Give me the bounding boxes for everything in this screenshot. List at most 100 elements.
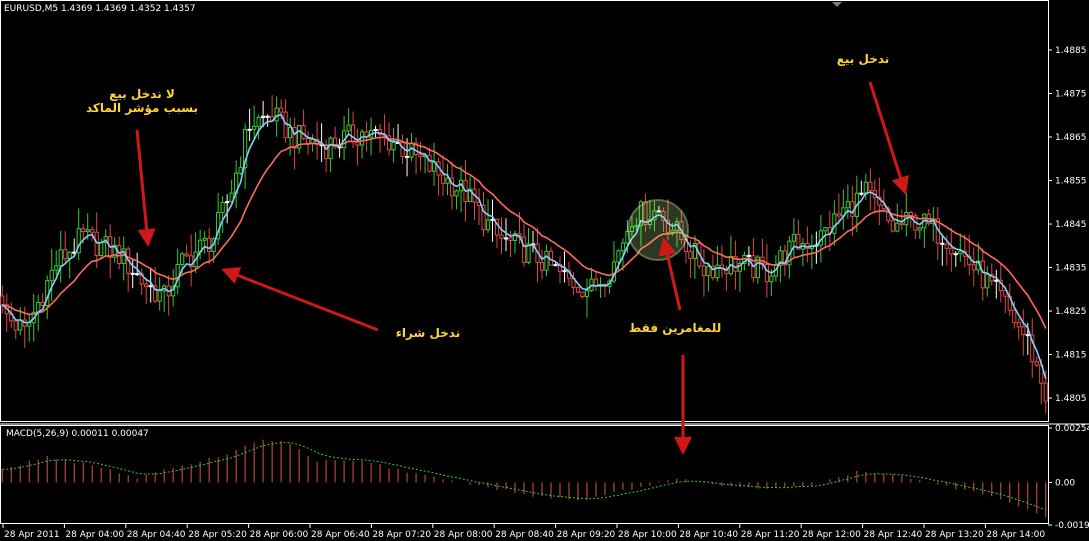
candle-body — [1016, 322, 1021, 328]
price-chart-svg[interactable]: 1.4885 1.4875 1.4865 1.4855 1.4845 1.4835 1.48… — [0, 0, 1089, 541]
candle-body — [99, 241, 104, 257]
candle-body — [225, 201, 230, 204]
candle-body — [157, 290, 162, 302]
candle-body — [1034, 361, 1039, 366]
candle-body — [1012, 309, 1017, 324]
candle-body — [553, 264, 558, 267]
candle-body — [521, 236, 527, 263]
time-x-tick-label: 28 Apr 06:00 — [250, 530, 309, 540]
candle-body — [49, 269, 54, 282]
candle-body — [90, 229, 95, 233]
time-x-tick-label: 28 Apr 08:40 — [495, 530, 554, 540]
macd-signal-line — [2, 441, 1046, 511]
price-y-tick-label: 1.4815 — [1055, 351, 1087, 361]
time-x-tick-label: 28 Apr 08:00 — [434, 530, 493, 540]
candle-body — [148, 285, 153, 288]
candle-body — [575, 286, 581, 293]
candle-body — [328, 137, 333, 160]
candle-body — [832, 213, 837, 234]
candle-body — [1043, 382, 1048, 402]
price-y-tick-label: 1.4885 — [1055, 46, 1087, 56]
time-x-tick-label: 28 Apr 10:00 — [618, 530, 677, 540]
candle-body — [13, 320, 18, 331]
candle-body — [971, 264, 976, 271]
candle-body — [953, 253, 958, 256]
annotation-arrow — [868, 81, 910, 195]
candle-body — [503, 237, 509, 240]
candle-body — [994, 279, 999, 282]
candle-body — [202, 237, 207, 241]
ma-fast-line — [1, 113, 1047, 379]
candle-body — [306, 138, 311, 144]
candle-body — [279, 107, 284, 113]
shift-marker-icon — [832, 2, 842, 7]
candle-body — [890, 220, 895, 232]
candle-body — [265, 115, 270, 118]
candle-body — [1025, 334, 1030, 337]
price-y-tick-label: 1.4865 — [1055, 133, 1087, 143]
time-x-tick-label: 28 Apr 06:40 — [311, 530, 370, 540]
candle-body — [868, 181, 873, 192]
candle-body — [791, 233, 796, 242]
candle-body — [580, 291, 585, 298]
annotation-no-sell-line2: بسبب مؤشر الماكد — [86, 101, 198, 115]
candle-body — [769, 275, 774, 283]
candle-body — [301, 125, 306, 140]
price-y-tick-label: 1.4805 — [1055, 394, 1087, 404]
candle-body — [526, 243, 531, 263]
time-x-tick-label: 28 Apr 09:20 — [557, 530, 616, 540]
time-x-tick-label: 28 Apr 10:40 — [679, 530, 738, 540]
candle-body — [144, 283, 149, 288]
candle-body — [944, 243, 949, 249]
candle-body — [54, 265, 59, 271]
candle-body — [409, 142, 414, 158]
candle-body — [274, 107, 279, 122]
candle-body — [130, 272, 135, 275]
candle-body — [454, 190, 459, 197]
highlight-circle — [627, 199, 689, 261]
candle-body — [499, 234, 504, 239]
macd-y-tick-label: 0.00254 — [1055, 424, 1089, 434]
candle-body — [427, 154, 432, 172]
candle-body — [220, 202, 225, 213]
candle-body — [859, 192, 864, 195]
candle-body — [485, 219, 491, 231]
candle-body — [701, 265, 707, 277]
candle-body — [850, 201, 855, 217]
candle-body — [863, 181, 868, 195]
time-x-tick-label: 28 Apr 14:00 — [986, 530, 1045, 540]
candle-body — [584, 290, 590, 298]
candle-body — [823, 227, 828, 232]
annotation-arrow — [221, 267, 379, 332]
annotation-no-sell-line1: لا ندخل بيع — [109, 87, 175, 101]
candle-body — [1021, 326, 1026, 336]
candle-body — [391, 141, 396, 151]
candle-body — [247, 128, 252, 131]
candle-body — [117, 244, 122, 264]
time-x-tick-label: 28 Apr 07:20 — [372, 530, 431, 540]
macd-y-tick-label: 0.00 — [1055, 478, 1075, 488]
candle-body — [58, 249, 63, 267]
candle-body — [207, 237, 212, 253]
candle-body — [949, 247, 954, 255]
candle-body — [350, 124, 356, 143]
time-x-tick-label: 28 Apr 04:40 — [127, 530, 186, 540]
price-y-tick-label: 1.4835 — [1055, 264, 1087, 274]
candle-body — [845, 201, 850, 209]
chart-window: 1.4885 1.4875 1.4865 1.4855 1.4845 1.4835 1.48… — [0, 0, 1089, 541]
annotation-sell: ندخل بيع — [836, 52, 890, 66]
candle-body — [958, 250, 963, 255]
candle-body — [980, 260, 985, 289]
time-x-tick-label: 28 Apr 05:20 — [188, 530, 247, 540]
time-x-tick-label: 28 Apr 04:00 — [65, 530, 124, 540]
annotation-no-sell: لا ندخل بيع بسبب مؤشر الماكد — [72, 87, 212, 115]
macd-title: MACD(5,26,9) 0.00011 0.00047 — [6, 429, 149, 439]
candle-body — [252, 125, 257, 130]
candle-body — [836, 213, 841, 217]
candle-body — [620, 242, 626, 252]
annotation-buy: ندخل شراء — [395, 326, 461, 340]
price-y-tick-label: 1.4875 — [1055, 89, 1087, 99]
candle-body — [373, 128, 378, 131]
time-x-tick-label: 28 Apr 12:00 — [802, 530, 861, 540]
time-x-tick-label: 28 Apr 11:20 — [741, 530, 800, 540]
